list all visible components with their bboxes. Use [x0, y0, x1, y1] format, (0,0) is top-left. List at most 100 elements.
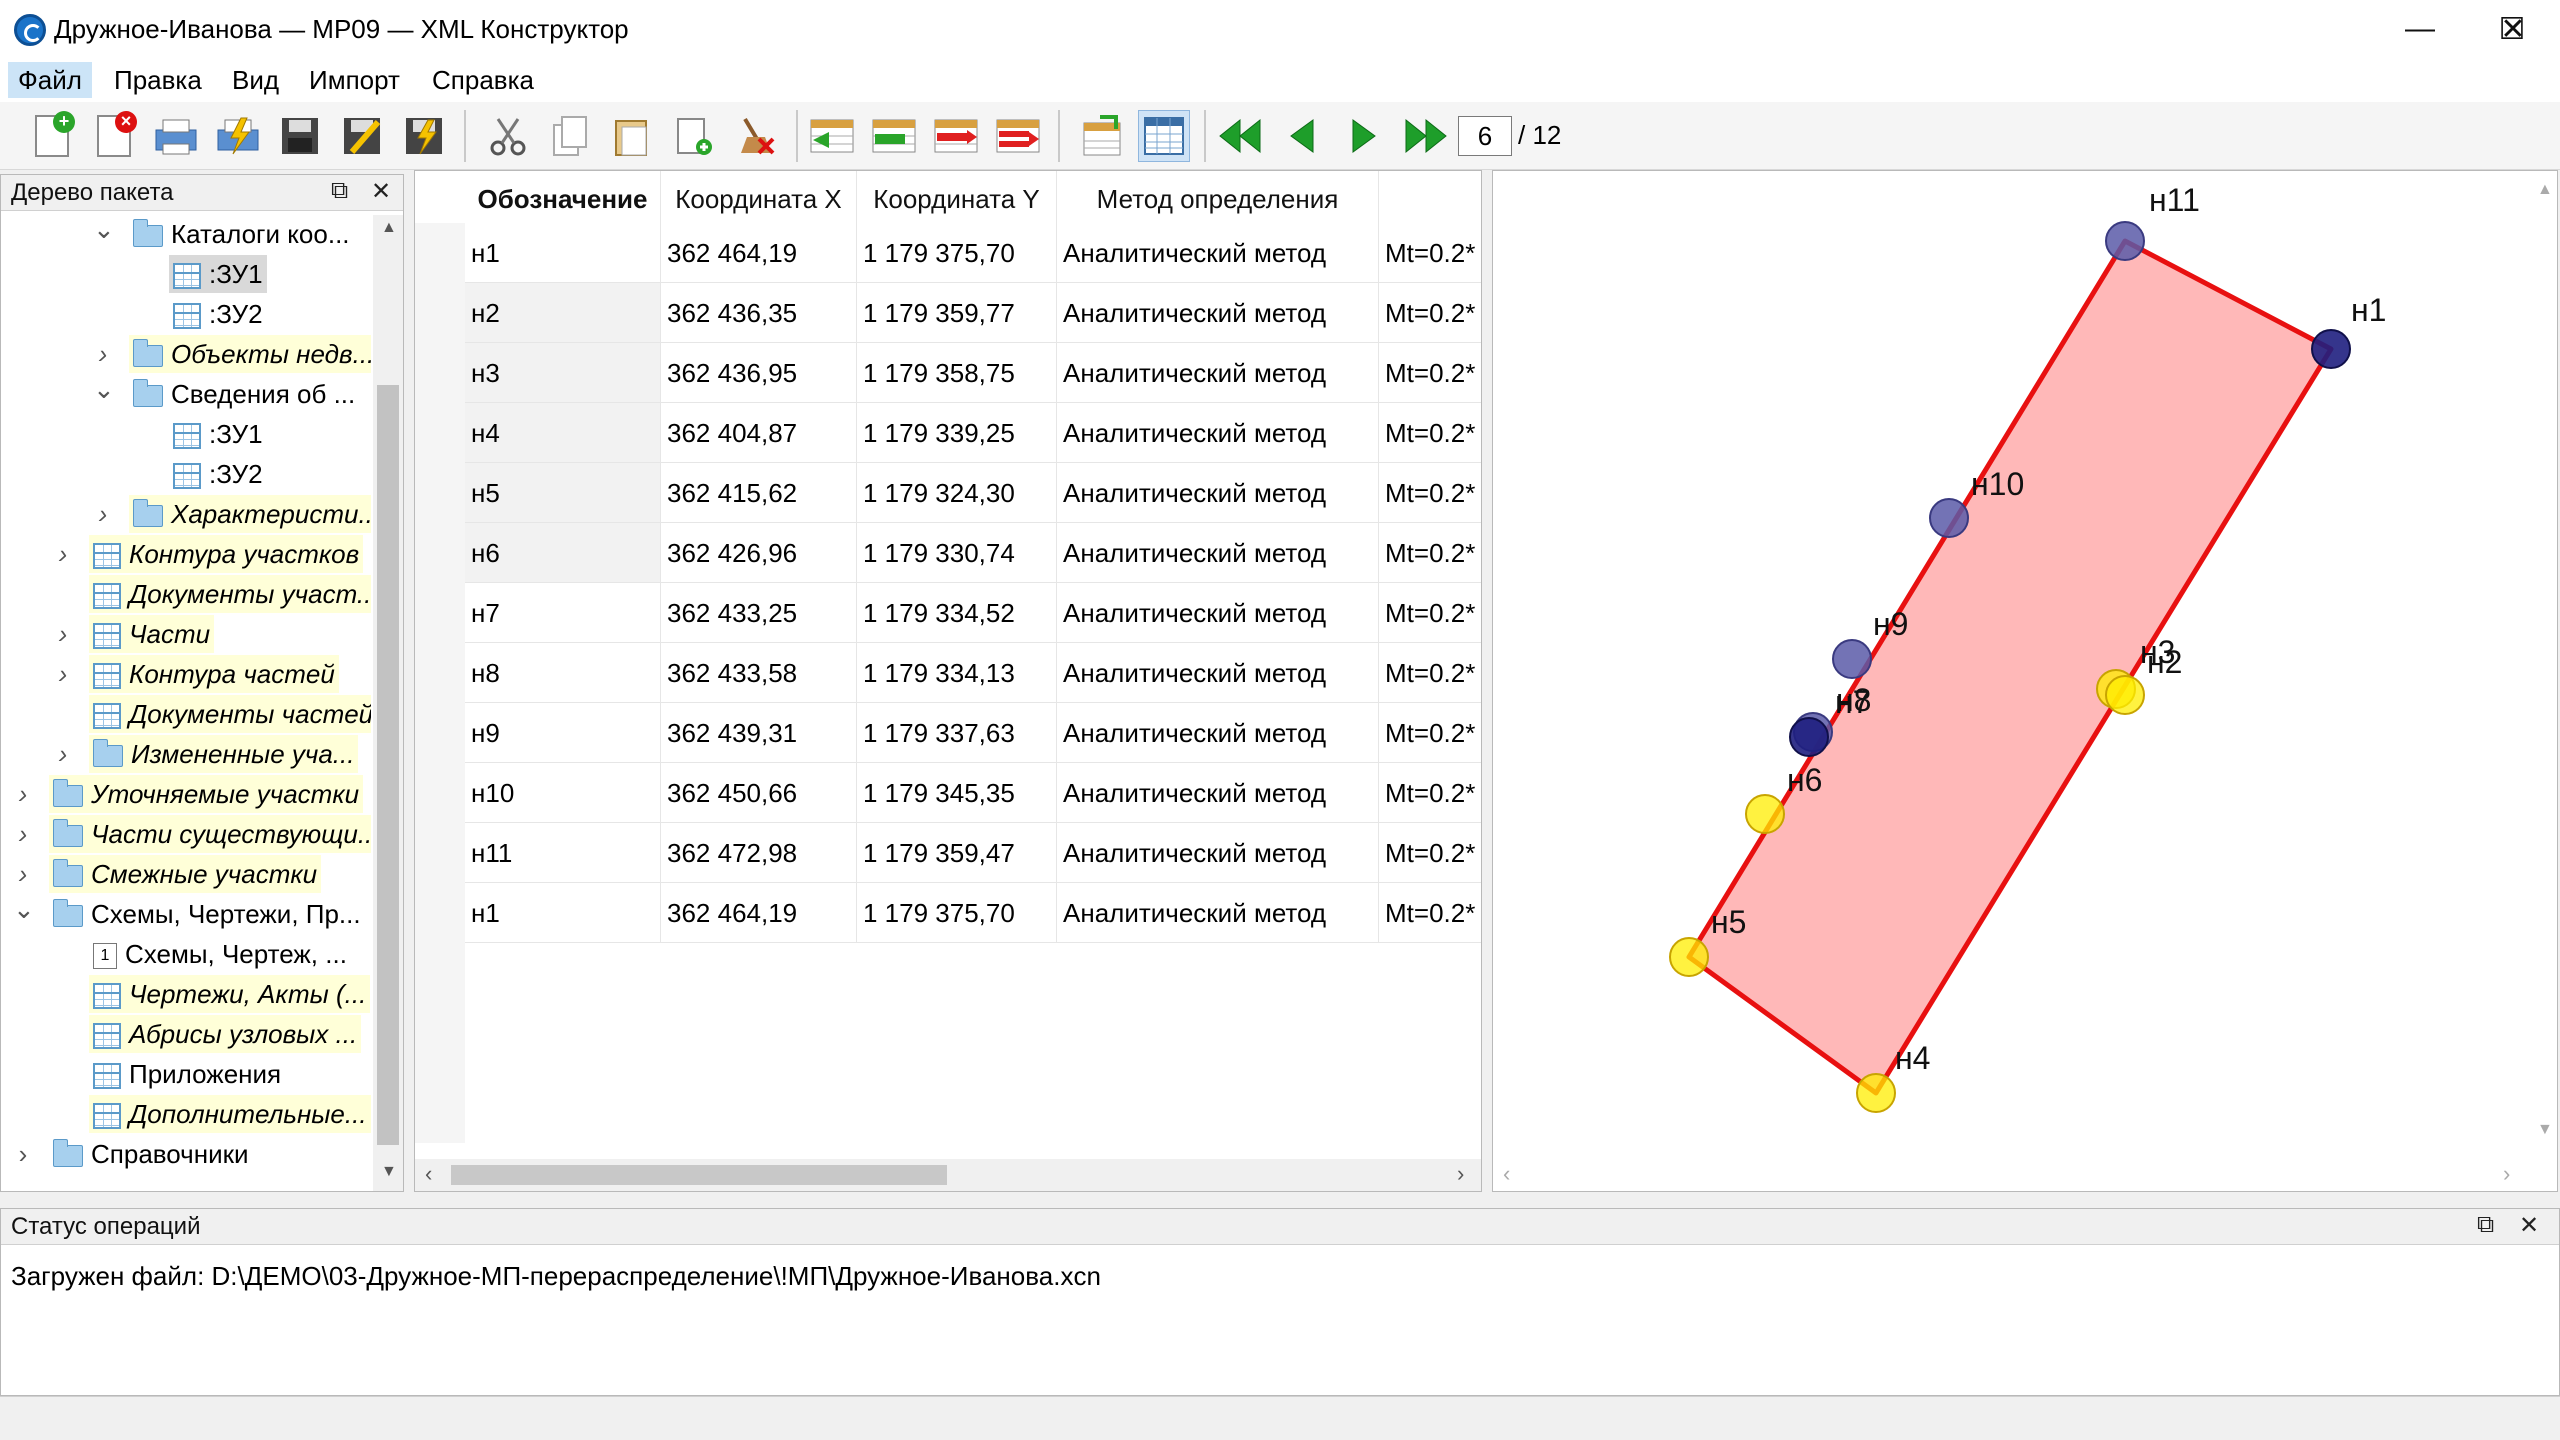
expand-arrow-icon[interactable]: › — [93, 335, 113, 373]
tree-item[interactable]: › Контура участков — [1, 535, 371, 573]
table-row[interactable]: 5н5362 415,621 179 324,30Аналитический м… — [415, 463, 1481, 523]
table-row[interactable]: 10н10362 450,661 179 345,35Аналитический… — [415, 763, 1481, 823]
tree-item[interactable]: › Части существующи... — [1, 815, 371, 853]
vertex-point[interactable] — [1929, 498, 1969, 538]
table-hscroll-thumb[interactable] — [451, 1165, 947, 1185]
table-cell[interactable]: 362 415,62 — [661, 463, 857, 523]
table-cell[interactable]: н3 — [465, 343, 661, 403]
tree-item[interactable]: Дополнительные... — [1, 1095, 371, 1133]
cut-button[interactable] — [482, 110, 534, 162]
table-cell[interactable]: 1 179 334,52 — [857, 583, 1057, 643]
table-cell[interactable]: Аналитический метод — [1057, 823, 1379, 883]
vertex-point[interactable] — [1745, 794, 1785, 834]
vertex-point[interactable] — [2105, 675, 2145, 715]
column-header[interactable]: Обозначение — [465, 171, 661, 231]
table-cell[interactable]: 362 426,96 — [661, 523, 857, 583]
table-cell[interactable]: Mt=0.2* — [1379, 643, 1481, 703]
table-cell[interactable]: Аналитический метод — [1057, 403, 1379, 463]
tree-item[interactable]: › Смежные участки — [1, 855, 371, 893]
table-row[interactable]: 1н1362 464,191 179 375,70Аналитический м… — [415, 223, 1481, 283]
table-cell[interactable]: Mt=0.2* — [1379, 283, 1481, 343]
save-quick-button[interactable] — [398, 110, 450, 162]
expand-arrow-icon[interactable]: › — [13, 855, 33, 893]
column-header[interactable]: Метод определения — [1057, 171, 1379, 231]
vertex-point[interactable] — [1832, 639, 1872, 679]
table-row[interactable]: 8н8362 433,581 179 334,13Аналитический м… — [415, 643, 1481, 703]
table-cell[interactable]: 362 464,19 — [661, 883, 857, 943]
table-cell[interactable]: Mt=0.2* — [1379, 343, 1481, 403]
table-cell[interactable]: 1 179 359,77 — [857, 283, 1057, 343]
table-cell[interactable]: н6 — [465, 523, 661, 583]
table-row[interactable]: 12н1362 464,191 179 375,70Аналитический … — [415, 883, 1481, 943]
table-cell[interactable]: 1 179 375,70 — [857, 223, 1057, 283]
vertex-point[interactable] — [1669, 937, 1709, 977]
collapse-arrow-icon[interactable]: ⌄ — [93, 375, 115, 413]
expand-arrow-icon[interactable]: › — [53, 615, 73, 653]
table-cell[interactable]: 1 179 339,25 — [857, 403, 1057, 463]
tree-item[interactable]: Чертежи, Акты (... — [1, 975, 371, 1013]
close-button[interactable]: ✕ — [2466, 0, 2560, 58]
table-cell[interactable]: Mt=0.2* — [1379, 463, 1481, 523]
table-row[interactable]: 4н4362 404,871 179 339,25Аналитический м… — [415, 403, 1481, 463]
table-row[interactable]: 9н9362 439,311 179 337,63Аналитический м… — [415, 703, 1481, 763]
insert-row-after-button[interactable] — [868, 110, 920, 162]
table-cell[interactable]: 362 433,25 — [661, 583, 857, 643]
table-row[interactable]: 7н7362 433,251 179 334,52Аналитический м… — [415, 583, 1481, 643]
tree-item[interactable]: › Контура частей — [1, 655, 371, 693]
vertex-point[interactable] — [1856, 1073, 1896, 1113]
table-cell[interactable]: н1 — [465, 223, 661, 283]
table-row[interactable]: 6н6362 426,961 179 330,74Аналитический м… — [415, 523, 1481, 583]
save-as-button[interactable] — [336, 110, 388, 162]
table-cell[interactable]: 362 439,31 — [661, 703, 857, 763]
map-hscrollbar[interactable]: ‹ › — [1493, 1161, 2557, 1191]
expand-arrow-icon[interactable]: › — [93, 495, 113, 533]
table-cell[interactable]: н4 — [465, 403, 661, 463]
print-button[interactable] — [150, 110, 202, 162]
table-cell[interactable]: 1 179 359,47 — [857, 823, 1057, 883]
tree-item[interactable]: :ЗУ2 — [1, 455, 371, 493]
vertex-point[interactable] — [1789, 717, 1829, 757]
table-cell[interactable]: Mt=0.2* — [1379, 763, 1481, 823]
menu-edit[interactable]: Правка — [104, 62, 212, 98]
expand-arrow-icon[interactable]: › — [53, 535, 73, 573]
quick-print-button[interactable] — [212, 110, 264, 162]
table-cell[interactable]: 1 179 334,13 — [857, 643, 1057, 703]
expand-arrow-icon[interactable]: › — [53, 655, 73, 693]
menu-file[interactable]: Файл — [8, 62, 92, 98]
parcel-polygon[interactable] — [1686, 238, 2334, 1096]
insert-row-before-button[interactable] — [806, 110, 858, 162]
menu-import[interactable]: Импорт — [299, 62, 410, 98]
table-cell[interactable]: н5 — [465, 463, 661, 523]
table-cell[interactable]: 362 433,58 — [661, 643, 857, 703]
tree-item[interactable]: :ЗУ1 — [1, 415, 371, 453]
save-button[interactable] — [274, 110, 326, 162]
table-cell[interactable]: н9 — [465, 703, 661, 763]
tree-scroll-thumb[interactable] — [377, 385, 399, 1145]
table-hscrollbar[interactable]: ‹ › — [415, 1159, 1481, 1191]
import-table-button[interactable] — [1076, 110, 1128, 162]
table-cell[interactable]: Mt=0.2* — [1379, 703, 1481, 763]
paste-button[interactable] — [606, 110, 658, 162]
last-page-button[interactable] — [1400, 110, 1452, 162]
tree-item[interactable]: :ЗУ2 — [1, 295, 371, 333]
tree-item[interactable]: Документы участ... — [1, 575, 371, 613]
close-document-button[interactable]: × — [88, 110, 140, 162]
first-page-button[interactable] — [1214, 110, 1266, 162]
table-cell[interactable]: Аналитический метод — [1057, 463, 1379, 523]
table-cell[interactable]: 362 464,19 — [661, 223, 857, 283]
table-cell[interactable]: Mt=0.2* — [1379, 403, 1481, 463]
close-panel-icon[interactable]: ✕ — [371, 177, 391, 206]
table-cell[interactable]: н1 — [465, 883, 661, 943]
expand-arrow-icon[interactable]: › — [13, 775, 33, 813]
table-cell[interactable]: н2 — [465, 283, 661, 343]
grid-view-toggle[interactable] — [1138, 110, 1190, 162]
tree-item[interactable]: 1 Схемы, Чертеж, ... — [1, 935, 371, 973]
delete-row-button[interactable] — [930, 110, 982, 162]
map-vscrollbar[interactable]: ▲ ▼ — [2527, 171, 2557, 1161]
table-cell[interactable]: Аналитический метод — [1057, 703, 1379, 763]
tree-item[interactable]: Приложения — [1, 1055, 371, 1093]
previous-page-button[interactable] — [1276, 110, 1328, 162]
table-row[interactable]: 3н3362 436,951 179 358,75Аналитический м… — [415, 343, 1481, 403]
tree-item[interactable]: › Справочники — [1, 1135, 371, 1173]
clear-button[interactable] — [730, 110, 782, 162]
